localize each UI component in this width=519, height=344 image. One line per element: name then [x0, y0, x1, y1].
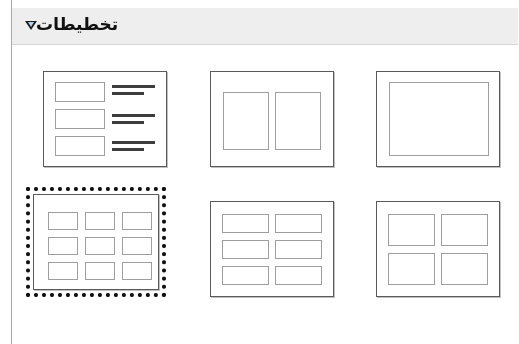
- text-line: [112, 85, 155, 88]
- text-line: [112, 121, 144, 124]
- placeholder-box: [122, 237, 152, 255]
- placeholder-box: [441, 253, 488, 285]
- placeholder-box: [222, 214, 269, 233]
- placeholder-box: [48, 212, 78, 230]
- placeholder-box: [85, 212, 115, 230]
- placeholder-box: [85, 262, 115, 280]
- text-line: [112, 114, 155, 117]
- layout-two-by-two[interactable]: [376, 201, 500, 297]
- placeholder-box: [55, 109, 105, 129]
- panel-left-border: [11, 0, 12, 344]
- placeholder-box: [275, 266, 322, 285]
- placeholder-box: [55, 136, 105, 156]
- text-line: [112, 92, 144, 95]
- triangle-down-icon-highlight: [28, 22, 34, 27]
- placeholder-box: [441, 214, 488, 246]
- placeholder-box: [48, 237, 78, 255]
- text-line: [112, 148, 144, 151]
- layout-title-content[interactable]: [43, 71, 167, 167]
- layout-blank-content[interactable]: [376, 71, 500, 167]
- layout-three-by-three[interactable]: [26, 187, 166, 297]
- placeholder-box: [389, 82, 489, 156]
- placeholder-box: [275, 214, 322, 233]
- layout-two-by-three[interactable]: [210, 201, 334, 297]
- layouts-title: تخطيطات: [36, 15, 119, 35]
- text-line: [112, 141, 155, 144]
- placeholder-box: [222, 240, 269, 259]
- placeholder-box: [388, 214, 435, 246]
- placeholder-box: [55, 82, 105, 102]
- placeholder-box: [122, 262, 152, 280]
- placeholder-box: [85, 237, 115, 255]
- placeholder-box: [275, 92, 321, 150]
- placeholder-box: [275, 240, 322, 259]
- layouts-header[interactable]: تخطيطات: [12, 8, 518, 45]
- placeholder-box: [223, 92, 269, 150]
- layouts-panel: تخطيطات: [0, 0, 519, 344]
- placeholder-box: [388, 253, 435, 285]
- placeholder-box: [222, 266, 269, 285]
- placeholder-box: [48, 262, 78, 280]
- placeholder-box: [122, 212, 152, 230]
- layout-two-content[interactable]: [210, 71, 334, 167]
